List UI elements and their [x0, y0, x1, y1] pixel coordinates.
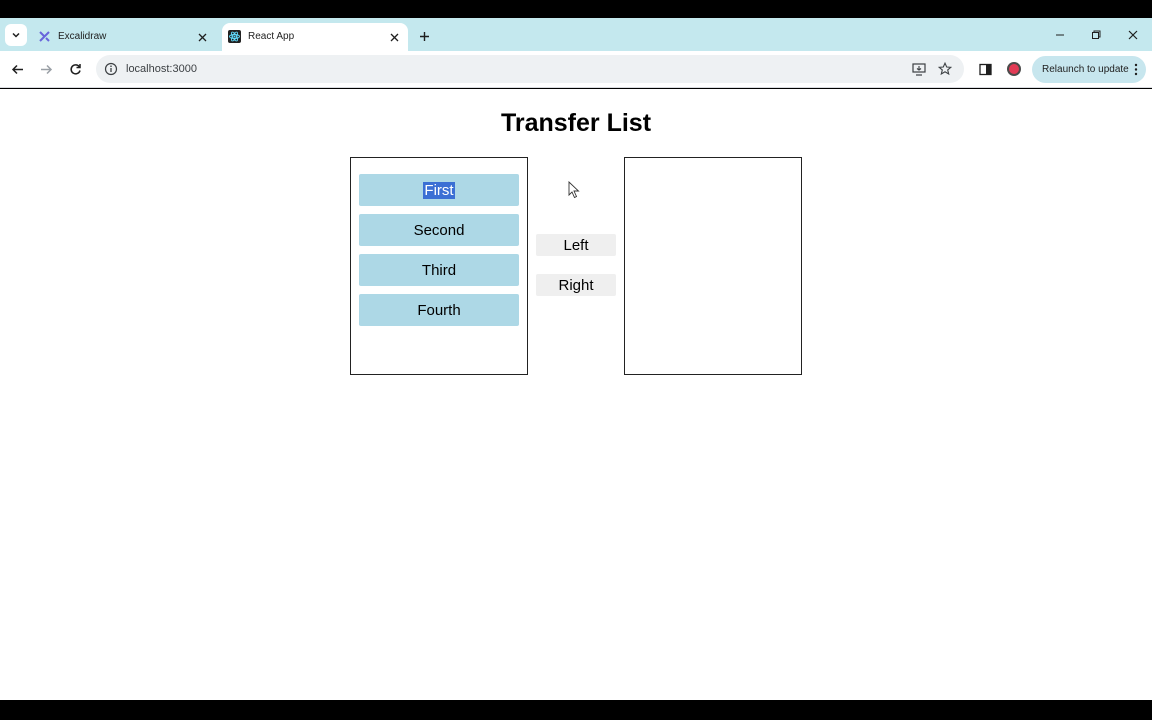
page-title: Transfer List [500, 109, 652, 137]
list-item-label: Fourth [417, 301, 461, 319]
chevron-down-icon [12, 32, 20, 38]
excalidraw-icon [39, 31, 50, 42]
arrow-right-icon [40, 64, 52, 74]
record-icon [1007, 62, 1021, 76]
relaunch-to-update-button[interactable]: Relaunch to update [1032, 56, 1146, 83]
close-tab-icon[interactable] [194, 29, 210, 45]
tab-excalidraw[interactable]: Excalidraw [32, 23, 216, 51]
list-item-label: First [423, 181, 455, 199]
arrow-left-icon [11, 64, 23, 74]
bookmark-star-icon[interactable] [937, 61, 953, 77]
close-tab-icon[interactable] [386, 29, 402, 45]
install-app-icon[interactable] [911, 61, 927, 77]
url-text[interactable]: localhost:3000 [126, 63, 197, 75]
browser-toolbar: localhost:3000 Relaunch to update [0, 51, 1152, 88]
list-item-second[interactable]: Second [359, 214, 519, 246]
screen-bottom-bar [0, 700, 1152, 720]
close-icon [1128, 30, 1138, 40]
react-icon [228, 30, 241, 43]
tab-search-button[interactable] [5, 24, 27, 46]
move-left-button[interactable]: Left [536, 234, 616, 256]
recording-extension-button[interactable] [1004, 59, 1024, 79]
mouse-cursor-icon [568, 181, 580, 199]
tab-title: Excalidraw [58, 31, 107, 42]
info-icon[interactable] [104, 62, 118, 76]
side-panel-button[interactable] [975, 59, 995, 79]
list-item-fourth[interactable]: Fourth [359, 294, 519, 326]
tab-title: React App [248, 31, 295, 42]
screen-top-bar [0, 0, 1152, 18]
list-item-label: Second [413, 221, 465, 239]
address-bar[interactable]: localhost:3000 [96, 55, 964, 83]
relaunch-label: Relaunch to update [1042, 64, 1129, 75]
plus-icon [419, 31, 429, 41]
reload-icon [69, 63, 81, 75]
side-panel-icon [978, 63, 992, 75]
reload-button[interactable] [65, 59, 85, 79]
tab-react-app[interactable]: React App [222, 23, 408, 51]
minimize-icon [1056, 34, 1064, 36]
move-right-button[interactable]: Right [536, 274, 616, 296]
list-item-first[interactable]: First [359, 174, 519, 206]
minimize-button[interactable] [1048, 26, 1072, 44]
new-tab-button[interactable] [414, 26, 434, 46]
restore-button[interactable] [1084, 26, 1108, 44]
back-button[interactable] [7, 59, 27, 79]
restore-icon [1092, 30, 1101, 39]
close-window-button[interactable] [1121, 26, 1145, 44]
list-item-label: Third [421, 261, 457, 279]
forward-button[interactable] [36, 59, 56, 79]
left-list: First Second Third Fourth [350, 157, 528, 375]
page-content: Transfer List First Second Third Fourth … [0, 89, 1152, 700]
list-item-third[interactable]: Third [359, 254, 519, 286]
tab-strip: Excalidraw React App [0, 18, 1152, 51]
right-list [624, 157, 802, 375]
more-vert-icon [1134, 63, 1138, 76]
